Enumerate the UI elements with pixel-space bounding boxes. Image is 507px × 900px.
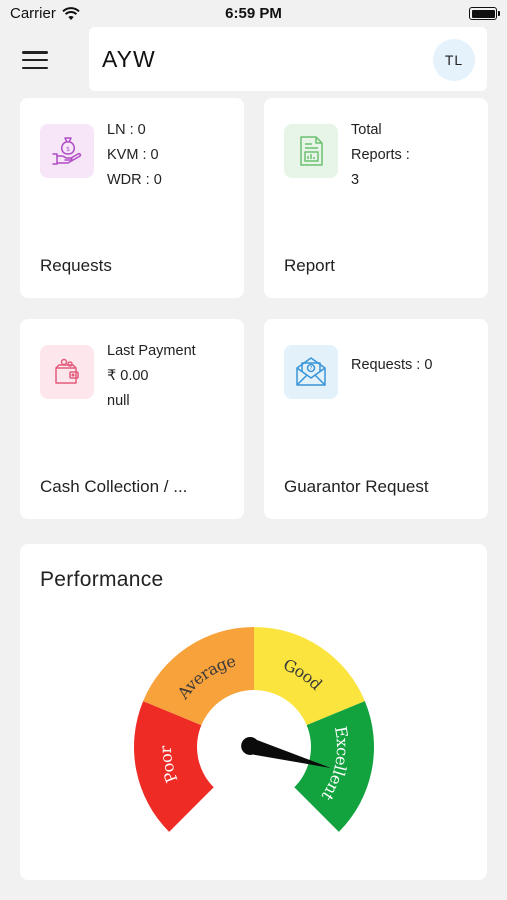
status-time: 6:59 PM <box>225 5 282 22</box>
report-tile[interactable]: Total Reports : 3 Report <box>264 98 488 298</box>
requests-ln: LN : 0 <box>107 122 146 138</box>
svg-text:$: $ <box>66 146 70 153</box>
wallet-icon <box>55 358 79 384</box>
hamburger-menu-icon[interactable] <box>22 49 48 71</box>
requests-label: Requests <box>40 256 112 275</box>
report-count: 3 <box>351 172 360 188</box>
svg-text:?: ? <box>310 366 313 372</box>
report-document-icon <box>300 136 323 166</box>
guarantor-requests-count: Requests : 0 <box>351 357 433 373</box>
guarantor-info: Requests : 0 <box>351 353 432 378</box>
header-bar: AYW TL <box>89 27 487 91</box>
requests-kvm: KVM : 0 <box>107 147 159 163</box>
app-title: AYW <box>102 46 156 72</box>
guarantor-request-tile[interactable]: ? Requests : 0 Guarantor Request <box>264 319 488 519</box>
cash-info: Last Payment ₹ 0.00 null <box>107 339 196 414</box>
cash-last-payment-label: Last Payment <box>107 343 196 359</box>
report-info: Total Reports : 3 <box>351 118 410 193</box>
guarantor-request-label: Guarantor Request <box>284 477 429 496</box>
cash-date: null <box>107 393 130 409</box>
guarantor-icon-box: ? <box>284 345 338 399</box>
envelope-question-icon: ? <box>296 357 326 386</box>
performance-card: Performance Poor Average Good Excellent <box>20 544 487 880</box>
cash-collection-tile[interactable]: Last Payment ₹ 0.00 null Cash Collection… <box>20 319 244 519</box>
requests-tile[interactable]: $ LN : 0 KVM : 0 WDR : 0 Requests <box>20 98 244 298</box>
report-line-1: Total <box>351 122 382 138</box>
requests-wdr: WDR : 0 <box>107 172 162 188</box>
cash-collection-label: Cash Collection / ... <box>40 477 188 496</box>
requests-info: LN : 0 KVM : 0 WDR : 0 <box>107 118 162 193</box>
report-icon-box <box>284 124 338 178</box>
requests-icon-box: $ <box>40 124 94 178</box>
gauge-needle-hub <box>241 736 260 755</box>
cash-amount: ₹ 0.00 <box>107 368 149 384</box>
status-bar: Carrier 6:59 PM <box>0 0 507 28</box>
cash-icon-box <box>40 345 94 399</box>
report-line-2: Reports : <box>351 147 410 163</box>
battery-icon <box>469 7 500 20</box>
performance-gauge: PoorAverage GoodExcellent <box>134 627 374 832</box>
avatar[interactable]: TL <box>433 39 475 81</box>
money-bag-hand-icon: $ <box>52 137 82 165</box>
report-label: Report <box>284 256 336 275</box>
